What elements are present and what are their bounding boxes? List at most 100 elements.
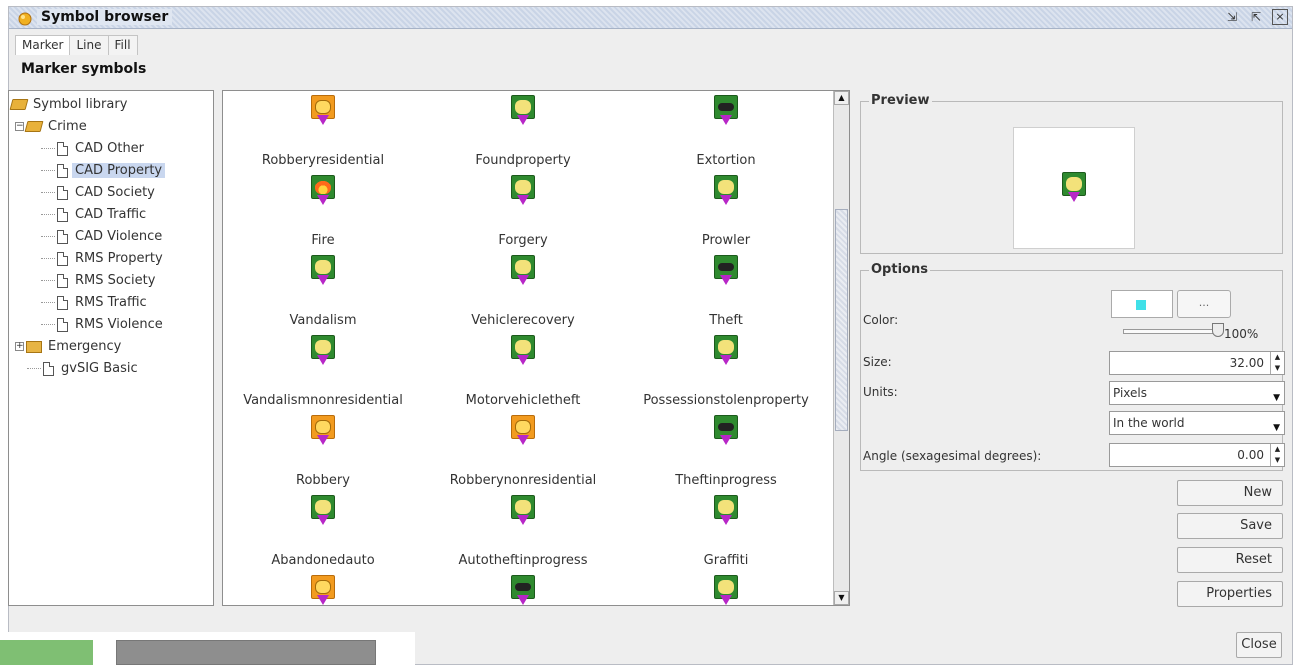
tree-item-label: Emergency	[48, 339, 122, 354]
tree-item-label: CAD Property	[72, 163, 166, 178]
symbol-cell[interactable]: Vehiclerecovery	[423, 251, 623, 331]
tree-branch-line	[41, 258, 55, 259]
found-property-icon	[511, 95, 535, 125]
tree-item-cad-other[interactable]: CAD Other	[11, 139, 211, 161]
properties-button[interactable]: Properties	[1177, 581, 1283, 607]
symbol-label: Motorvehicletheft	[465, 393, 581, 408]
possession-stolen-property-icon	[714, 335, 738, 365]
color-swatch[interactable]	[1111, 290, 1173, 318]
symbol-cell[interactable]: Motorvehicletheft	[423, 331, 623, 411]
tree-item-emergency[interactable]: + Emergency	[11, 337, 211, 359]
symbol-cell[interactable]: Robberynonresidential	[423, 411, 623, 491]
angle-spinner-icon[interactable]: ▲ ▼	[1270, 444, 1284, 466]
document-icon	[43, 361, 54, 376]
color-label: Color:	[863, 313, 899, 327]
symbol-label: Prowler	[701, 233, 751, 248]
symbol-cell[interactable]: Graffiti	[623, 491, 829, 571]
symbol-cell[interactable]: Foundproperty	[423, 91, 623, 171]
cart-icon	[714, 575, 738, 605]
units-select[interactable]: Pixels ▼	[1109, 381, 1285, 405]
tab-fill[interactable]: Fill	[107, 35, 138, 55]
tab-marker[interactable]: Marker	[15, 35, 71, 55]
units-reference-value: In the world	[1113, 416, 1185, 430]
angle-input[interactable]: 0.00 ▲ ▼	[1109, 443, 1285, 467]
symbol-cell[interactable]: Robbery	[223, 411, 423, 491]
size-input[interactable]: 32.00 ▲ ▼	[1109, 351, 1285, 375]
tab-line[interactable]: Line	[69, 35, 109, 55]
tree-branch-line	[41, 170, 55, 171]
size-label: Size:	[863, 355, 892, 369]
tree-item-rms-society[interactable]: RMS Society	[11, 271, 211, 293]
symbol-label: Robbery	[296, 473, 350, 488]
opacity-slider-thumb[interactable]	[1212, 323, 1224, 337]
title-bar[interactable]: Symbol browser ⇲ ⇱ ×	[9, 7, 1292, 29]
save-button[interactable]: Save	[1177, 513, 1283, 539]
close-window-icon[interactable]: ×	[1272, 9, 1288, 25]
symbol-cell[interactable]: Fire	[223, 171, 423, 251]
units-reference-select[interactable]: In the world ▼	[1109, 411, 1285, 435]
tree-item-rms-traffic[interactable]: RMS Traffic	[11, 293, 211, 315]
expand-icon[interactable]: +	[15, 342, 24, 351]
tree-item-label: CAD Traffic	[75, 207, 147, 222]
symbol-cell[interactable]: Forgery	[423, 171, 623, 251]
symbol-cell[interactable]: Theftinprogress	[623, 411, 829, 491]
robbery-icon	[311, 575, 335, 605]
tree-item-label: RMS Society	[75, 273, 156, 288]
tree-item-label: RMS Traffic	[75, 295, 147, 310]
tree-item-cad-property[interactable]: CAD Property	[11, 161, 211, 183]
symbol-library-tree[interactable]: Symbol library − Crime CAD Other CAD Prope…	[8, 90, 214, 606]
maximize-icon[interactable]: ⇱	[1248, 9, 1264, 25]
collapse-icon[interactable]: −	[15, 122, 24, 131]
tree-item-cad-society[interactable]: CAD Society	[11, 183, 211, 205]
opacity-slider-track[interactable]	[1123, 329, 1219, 334]
scroll-down-icon[interactable]: ▼	[834, 591, 849, 605]
preview-canvas	[1013, 127, 1135, 249]
theft-in-progress-icon	[714, 415, 738, 445]
symbol-cell[interactable]: Prowler	[623, 171, 829, 251]
symbol-cell[interactable]	[623, 571, 829, 605]
symbol-cell[interactable]: Possessionstolenproperty	[623, 331, 829, 411]
folder-open-icon	[9, 99, 29, 110]
motor-vehicle-theft-icon	[511, 335, 535, 365]
scroll-thumb[interactable]	[835, 209, 848, 431]
symbol-cell[interactable]: Robberyresidential	[223, 91, 423, 171]
folder-icon	[26, 340, 42, 353]
options-group: Options Color: ... 100% Size: 32.00 ▲ ▼ U…	[860, 262, 1285, 471]
tree-item-label: gvSIG Basic	[61, 361, 138, 376]
tree-root-label: Symbol library	[33, 97, 128, 112]
document-icon	[57, 251, 68, 266]
symbol-cell[interactable]	[423, 571, 623, 605]
symbol-cell[interactable]: Vandalismnonresidential	[223, 331, 423, 411]
tree-item-cad-traffic[interactable]: CAD Traffic	[11, 205, 211, 227]
symbol-cell[interactable]: Autotheftinprogress	[423, 491, 623, 571]
symbol-cell[interactable]: Extortion	[623, 91, 829, 171]
close-button[interactable]: Close	[1236, 632, 1282, 658]
graffiti-icon	[714, 495, 738, 525]
gvsig-app-icon	[18, 12, 32, 26]
symbol-label: Abandonedauto	[271, 553, 375, 568]
choose-color-button[interactable]: ...	[1177, 290, 1231, 318]
scroll-up-icon[interactable]: ▲	[834, 91, 849, 105]
document-icon	[57, 141, 68, 156]
tree-item-label: RMS Property	[75, 251, 163, 266]
minimize-icon[interactable]: ⇲	[1224, 9, 1240, 25]
tree-root[interactable]: Symbol library	[9, 95, 211, 117]
tree-item-rms-violence[interactable]: RMS Violence	[11, 315, 211, 337]
symbol-list-panel[interactable]: Robberyresidential Foundproperty Extortion…	[222, 90, 850, 606]
symbol-label: Possessionstolenproperty	[643, 393, 809, 408]
symbol-cell[interactable]: Abandonedauto	[223, 491, 423, 571]
vertical-scrollbar[interactable]: ▲ ▼	[833, 91, 849, 605]
tree-item-crime[interactable]: − Crime	[11, 117, 211, 139]
new-button[interactable]: New	[1177, 480, 1283, 506]
symbol-label: Vandalism	[289, 313, 357, 328]
symbol-cell[interactable]	[223, 571, 423, 605]
taskbar-gray-block	[116, 640, 376, 665]
symbol-cell[interactable]: Theft	[623, 251, 829, 331]
symbol-cell[interactable]: Vandalism	[223, 251, 423, 331]
size-spinner-icon[interactable]: ▲ ▼	[1270, 352, 1284, 374]
reset-button[interactable]: Reset	[1177, 547, 1283, 573]
tree-item-rms-property[interactable]: RMS Property	[11, 249, 211, 271]
tree-item-gvsig-basic[interactable]: gvSIG Basic	[11, 359, 211, 381]
tree-item-label: Crime	[48, 119, 87, 134]
tree-item-cad-violence[interactable]: CAD Violence	[11, 227, 211, 249]
